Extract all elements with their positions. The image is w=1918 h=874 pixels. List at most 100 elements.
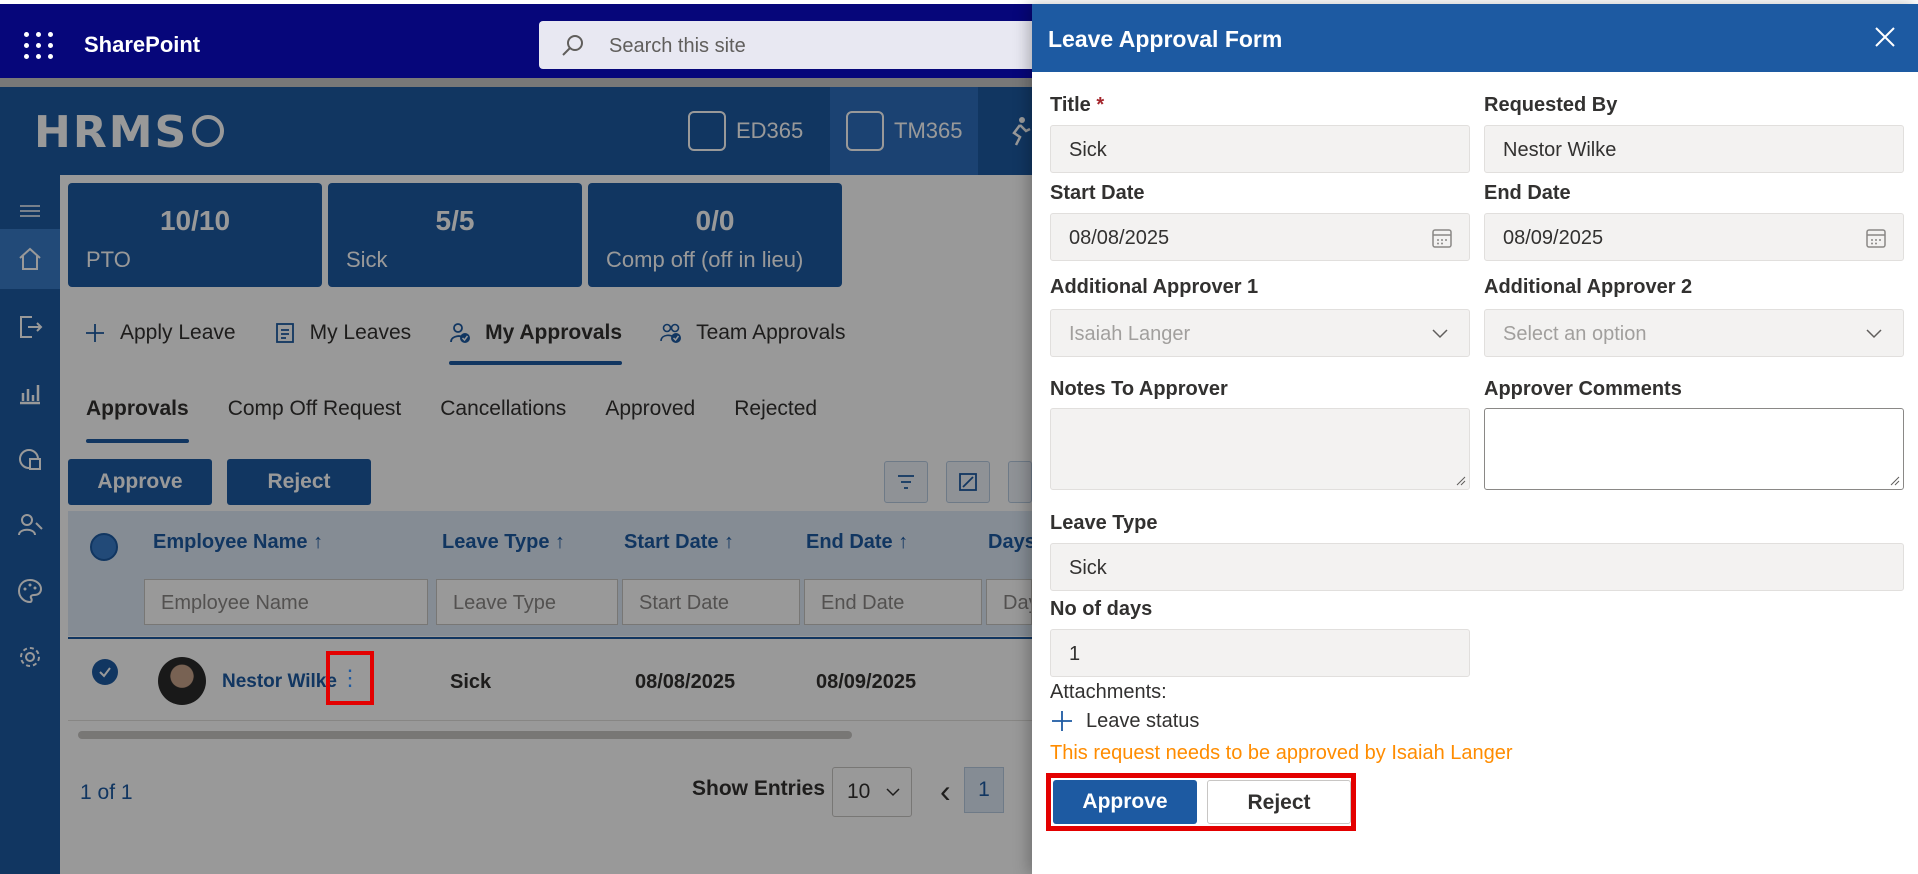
panel-title: Leave Approval Form (1048, 26, 1283, 52)
end-date-value: 08/09/2025 (1503, 227, 1604, 249)
start-date-field[interactable]: 08/08/2025 (1050, 213, 1470, 261)
app-launcher-icon[interactable] (18, 26, 54, 62)
expand-button[interactable] (946, 461, 990, 503)
balance-card-comp-off: 0/0 Comp off (off in lieu) (588, 183, 842, 287)
approver1-value: Isaiah Langer (1069, 323, 1191, 345)
col-days[interactable]: Days (988, 531, 1036, 554)
home-icon[interactable] (0, 229, 60, 289)
card-value: 5/5 (435, 205, 475, 236)
app-tab-partial[interactable] (1006, 87, 1032, 175)
approver1-dropdown[interactable]: Isaiah Langer (1050, 309, 1470, 357)
balance-card-pto: 10/10 PTO (68, 183, 322, 287)
bulk-approve-button[interactable]: Approve (68, 459, 212, 505)
panel-header: Leave Approval Form (1032, 4, 1918, 72)
required-mark: * (1096, 94, 1105, 116)
notes-textarea[interactable] (1050, 408, 1470, 490)
chevron-down-icon (1866, 329, 1882, 339)
tab-my-approvals[interactable]: My Approvals (449, 311, 623, 365)
entries-select[interactable]: 10 (832, 767, 912, 817)
columns-button[interactable] (1008, 461, 1032, 503)
resize-grip-icon[interactable] (1888, 474, 1900, 486)
approver2-dropdown[interactable]: Select an option (1484, 309, 1904, 357)
chevron-down-icon (1432, 329, 1448, 339)
table-header: Employee Name ↑ Leave Type ↑ Start Date … (68, 511, 1036, 636)
horizontal-scrollbar[interactable] (70, 731, 1030, 739)
filter-start-date[interactable]: Start Date (622, 579, 800, 625)
card-label: Comp off (off in lieu) (606, 247, 804, 272)
approver2-placeholder: Select an option (1503, 323, 1647, 345)
filter-leave-type[interactable]: Leave Type (436, 579, 618, 625)
tm365-icon (846, 111, 884, 151)
chevron-down-icon (886, 788, 900, 797)
page-number-button[interactable]: 1 (964, 767, 1004, 813)
prev-page-button[interactable]: ‹ (940, 773, 951, 810)
ed365-icon (688, 111, 726, 151)
plus-icon (86, 324, 104, 342)
row-checkbox[interactable] (92, 659, 118, 685)
app-tab-ed365[interactable]: ED365 (688, 87, 803, 175)
subtab-rejected[interactable]: Rejected (734, 397, 817, 437)
requested-by-field[interactable]: Nestor Wilke (1484, 125, 1904, 173)
table-row[interactable]: Nestor Wilke Sick 08/08/2025 08/09/2025 (68, 637, 1032, 721)
col-start-date[interactable]: Start Date ↑ (624, 531, 734, 554)
tab-apply-leave[interactable]: Apply Leave (84, 311, 236, 355)
filter-button[interactable] (884, 461, 928, 503)
app-tab-tm365[interactable]: TM365 (830, 87, 979, 175)
tab-team-approvals[interactable]: Team Approvals (660, 311, 845, 355)
avatar (158, 657, 206, 705)
palette-icon[interactable] (0, 561, 60, 621)
left-nav (0, 175, 60, 874)
approver1-label: Additional Approver 1 (1050, 276, 1259, 298)
resize-grip-icon[interactable] (1454, 474, 1466, 486)
main-content: 10/10 PTO 5/5 Sick 0/0 Comp off (off in … (60, 175, 1036, 874)
reject-button[interactable]: Reject (1207, 780, 1351, 824)
approve-button[interactable]: Approve (1053, 780, 1197, 824)
sharepoint-title[interactable]: SharePoint (84, 32, 200, 58)
approval-warning: This request needs to be approved by Isa… (1050, 742, 1513, 764)
filter-days[interactable]: Day (986, 579, 1032, 625)
calendar-icon[interactable] (1431, 227, 1453, 249)
close-icon[interactable] (1870, 22, 1900, 52)
logo-mark-icon (192, 115, 225, 147)
cell-end-date: 08/09/2025 (816, 671, 917, 693)
subtab-cancellations[interactable]: Cancellations (440, 397, 566, 437)
action-tabs: Apply Leave My Leaves My Approvals Team … (84, 311, 845, 365)
calendar-globe-icon[interactable] (0, 429, 60, 489)
filter-end-date[interactable]: End Date (804, 579, 982, 625)
calendar-icon[interactable] (1865, 227, 1887, 249)
row-more-actions-button[interactable]: ⋮ (326, 651, 374, 705)
gear-icon[interactable] (0, 627, 60, 687)
sign-out-icon[interactable] (0, 297, 60, 357)
col-leave-type[interactable]: Leave Type ↑ (442, 531, 565, 554)
col-employee-name[interactable]: Employee Name ↑ (153, 531, 323, 554)
approver-icon (450, 323, 471, 343)
analytics-icon[interactable] (0, 363, 60, 423)
scrollbar-thumb[interactable] (78, 731, 852, 739)
search-box[interactable]: Search this site (539, 21, 1059, 69)
tab-my-leaves[interactable]: My Leaves (274, 311, 411, 355)
employee-name-link[interactable]: Nestor Wilke (222, 671, 337, 693)
filter-employee-name[interactable]: Employee Name (144, 579, 428, 625)
title-field[interactable]: Sick (1050, 125, 1470, 173)
end-date-field[interactable]: 08/09/2025 (1484, 213, 1904, 261)
team-approver-icon (660, 323, 682, 343)
approval-actions: Approve Reject (1046, 773, 1356, 831)
user-settings-icon[interactable] (0, 495, 60, 555)
tab-label: My Approvals (485, 321, 623, 344)
approver-comments-textarea[interactable] (1484, 408, 1904, 490)
leave-type-field[interactable]: Sick (1050, 543, 1904, 591)
subtab-comp-off-request[interactable]: Comp Off Request (228, 397, 402, 437)
cell-leave-type: Sick (450, 671, 492, 693)
pager-info: 1 of 1 (80, 781, 133, 804)
search-icon (562, 35, 583, 56)
subtab-approvals[interactable]: Approvals (86, 397, 189, 443)
bulk-reject-button[interactable]: Reject (227, 459, 371, 505)
col-end-date[interactable]: End Date ↑ (806, 531, 908, 554)
leave-status-toggle[interactable]: Leave status (1050, 709, 1199, 733)
leave-approval-panel: Leave Approval Form Title * Sick Request… (1032, 4, 1918, 874)
cell-start-date: 08/08/2025 (635, 671, 736, 693)
title-label: Title * (1050, 94, 1105, 116)
select-all-checkbox[interactable] (90, 533, 118, 561)
days-field[interactable]: 1 (1050, 629, 1470, 677)
subtab-approved[interactable]: Approved (605, 397, 695, 437)
